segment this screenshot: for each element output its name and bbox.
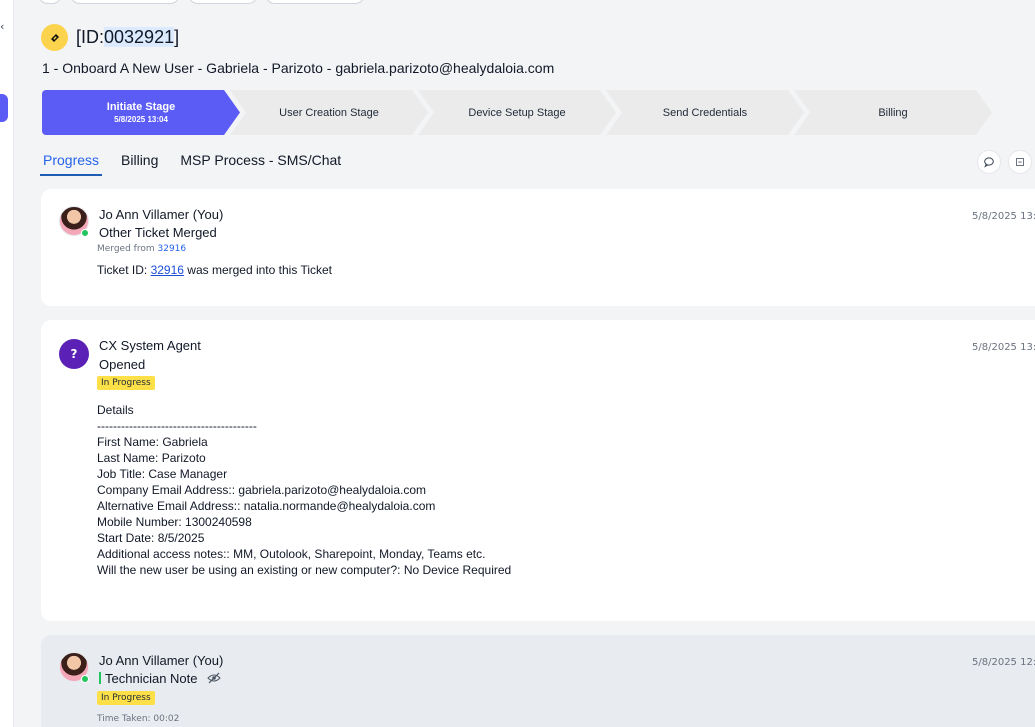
ticket-id: [ID:0032921] [76,27,179,48]
entry-author: Jo Ann Villamer (You) [99,207,224,222]
stage-send-credentials[interactable]: Send Credentials [606,90,804,135]
details-line: Company Email Address:: gabriela.parizot… [97,483,427,497]
left-rail: ‹ [0,0,14,727]
details-line: Start Date: 8/5/2025 [97,531,205,545]
merge-source-link[interactable]: 32916 [158,244,187,254]
details-line: Last Name: Parizoto [97,451,206,465]
stage-billing[interactable]: Billing [794,90,992,135]
ticket-id-suffix: ] [174,27,180,47]
stage-progress-bar: Initiate Stage 5/8/2025 13:04 User Creat… [42,90,992,135]
system-agent-avatar: ? [59,339,89,369]
stage-label: Send Credentials [662,106,748,119]
entry-author: Jo Ann Villamer (You) [99,653,224,668]
time-taken: Time Taken: 00:02 [97,714,180,724]
details-line: First Name: Gabriela [97,435,208,449]
entry-action-label: Technician Note [105,671,198,686]
body-suffix: was merged into this Ticket [183,263,332,277]
details-line: Job Title: Case Manager [97,467,228,481]
entry-action: Technician Note [99,671,221,686]
stage-device-setup[interactable]: Device Setup Stage [418,90,616,135]
rail-collapse-icon[interactable]: ‹ [0,20,4,33]
ticket-id-number: 0032921 [104,27,175,47]
activity-entry: Jo Ann Villamer (You) Other Ticket Merge… [41,189,1035,306]
details-line: ---------------------------------------- [97,419,257,433]
merge-meta-label: Merged from [97,244,155,254]
tab-msp-process[interactable]: MSP Process - SMS/Chat [177,150,344,176]
ticket-title: 1 - Onboard A New User - Gabriela - Pari… [42,60,555,76]
comment-button[interactable] [977,150,1001,174]
stage-date: 5/8/2025 13:04 [114,115,168,124]
entry-action: Other Ticket Merged [99,225,217,240]
stage-label: Billing [878,106,908,119]
merge-meta: Merged from 32916 [97,244,186,254]
entry-author: CX System Agent [99,338,201,353]
details-line: Additional access notes:: MM, Outolook, … [97,547,486,561]
collapse-button[interactable] [1008,150,1032,174]
details-title: Details [97,403,134,417]
entry-timestamp: 5/8/2025 13:0 [972,342,1035,353]
activity-entry: Jo Ann Villamer (You) Technician Note 5/… [41,635,1035,727]
tab-progress[interactable]: Progress [40,150,103,176]
stage-user-creation[interactable]: User Creation Stage [230,90,428,135]
rail-active-indicator[interactable] [0,94,8,122]
stage-label: Initiate Stage [106,101,176,113]
top-toolbar-button-2[interactable] [70,0,180,4]
stage-label: User Creation Stage [279,106,379,119]
eye-off-icon[interactable] [207,672,221,684]
note-marker [99,672,101,684]
top-toolbar-button-3[interactable] [188,0,258,4]
entry-body: Ticket ID: 32916 was merged into this Ti… [97,263,332,277]
online-status-dot [81,675,89,683]
entry-action: Opened [99,357,146,372]
body-prefix: Ticket ID: [97,263,151,277]
online-status-dot [81,229,89,237]
tab-bar: Progress Billing MSP Process - SMS/Chat [40,150,360,176]
stage-label: Device Setup Stage [468,106,566,119]
ticket-id-prefix: [ID: [76,27,105,47]
details-line: Will the new user be using an existing o… [97,563,512,577]
activity-entry: ? CX System Agent Opened 5/8/2025 13:0 I… [41,320,1035,621]
entry-timestamp: 5/8/2025 12:5 [972,657,1035,668]
stage-initiate[interactable]: Initiate Stage 5/8/2025 13:04 [42,90,240,135]
details-line: Mobile Number: 1300240598 [97,515,252,529]
chat-bubble-icon [984,157,994,168]
status-badge: In Progress [97,691,155,705]
top-toolbar-button-1[interactable] [38,0,62,4]
tab-billing[interactable]: Billing [118,150,161,176]
entry-timestamp: 5/8/2025 13:0 [972,211,1035,222]
top-toolbar-button-4[interactable] [265,0,365,4]
merged-ticket-link[interactable]: 32916 [151,263,184,277]
status-badge: In Progress [97,376,155,390]
collapse-icon [1016,158,1024,166]
ticket-icon [41,24,68,51]
details-line: Alternative Email Address:: natalia.norm… [97,499,436,513]
